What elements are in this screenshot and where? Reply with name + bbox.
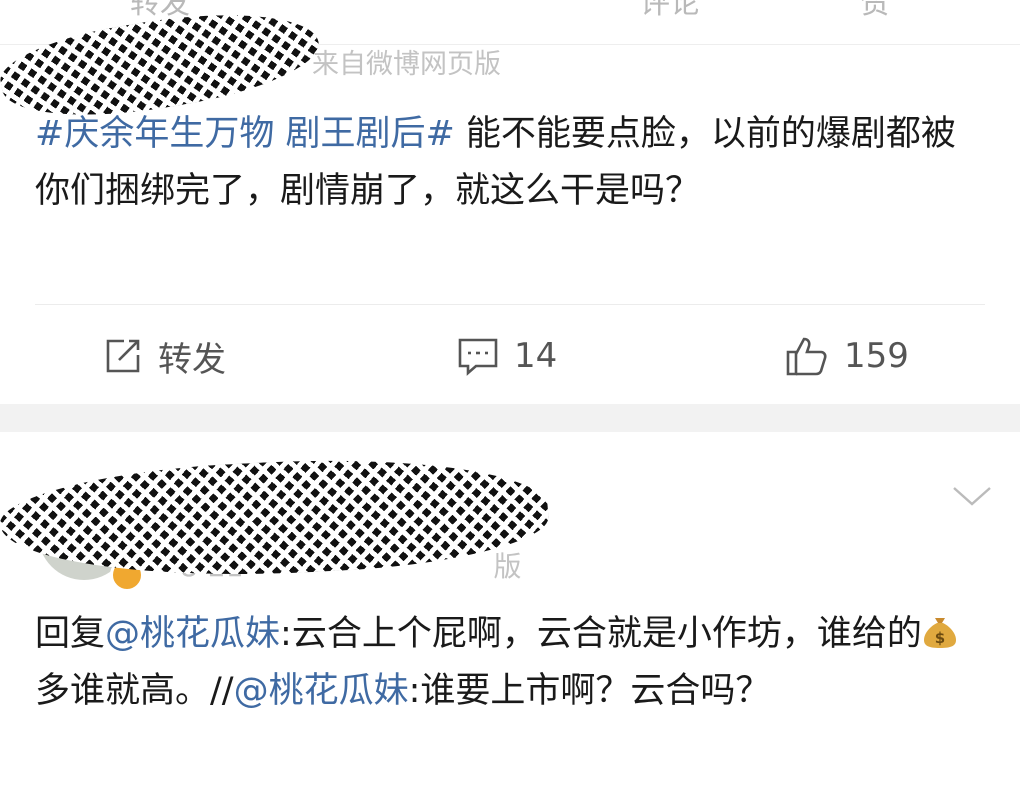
hashtag-link[interactable]: #庆余年生万物 剧王剧后# <box>35 114 455 154</box>
post-source-tail: 版 <box>493 550 522 583</box>
svg-text:$: $ <box>935 629 945 647</box>
like-count: 159 <box>844 336 909 376</box>
reply-prefix: 回复 <box>35 614 106 654</box>
like-button[interactable]: 159 <box>784 332 909 380</box>
post-body: 回复@桃花瓜妹:云合上个屁啊，云合就是小作坊，谁给的 $ 多谁就高。//@桃花瓜… <box>35 606 975 720</box>
mention-link[interactable]: @桃花瓜妹 <box>105 614 280 654</box>
post-separator <box>0 404 1020 432</box>
comment-icon <box>458 338 498 376</box>
thumbs-up-icon <box>786 337 827 376</box>
post-text: 多谁就高。// <box>35 671 234 711</box>
comment-count: 14 <box>514 336 558 376</box>
post-body: #庆余年生万物 剧王剧后# 能不能要点脸，以前的爆剧都被你们捆绑完了，剧情崩了，… <box>35 106 975 220</box>
post-source: 来自微博网页版 <box>312 49 501 80</box>
top-action-row: 转发 评论 赞 <box>0 0 1020 21</box>
chevron-down-icon[interactable] <box>950 482 994 510</box>
post-text: :云合上个屁啊，云合就是小作坊，谁给的 <box>280 614 922 654</box>
comment-button[interactable]: 14 <box>456 332 557 380</box>
repost-label: 转发 <box>158 339 226 380</box>
divider <box>35 304 985 305</box>
repost-button[interactable]: 转发 <box>102 332 226 380</box>
post-text: :谁要上市啊？云合吗？ <box>408 671 771 711</box>
top-like-label[interactable]: 赞 <box>860 0 890 22</box>
top-comment-label[interactable]: 评论 <box>640 0 700 22</box>
edit-share-icon <box>106 339 140 373</box>
money-bag-icon: $ <box>923 618 956 648</box>
mention-link[interactable]: @桃花瓜妹 <box>234 671 409 711</box>
